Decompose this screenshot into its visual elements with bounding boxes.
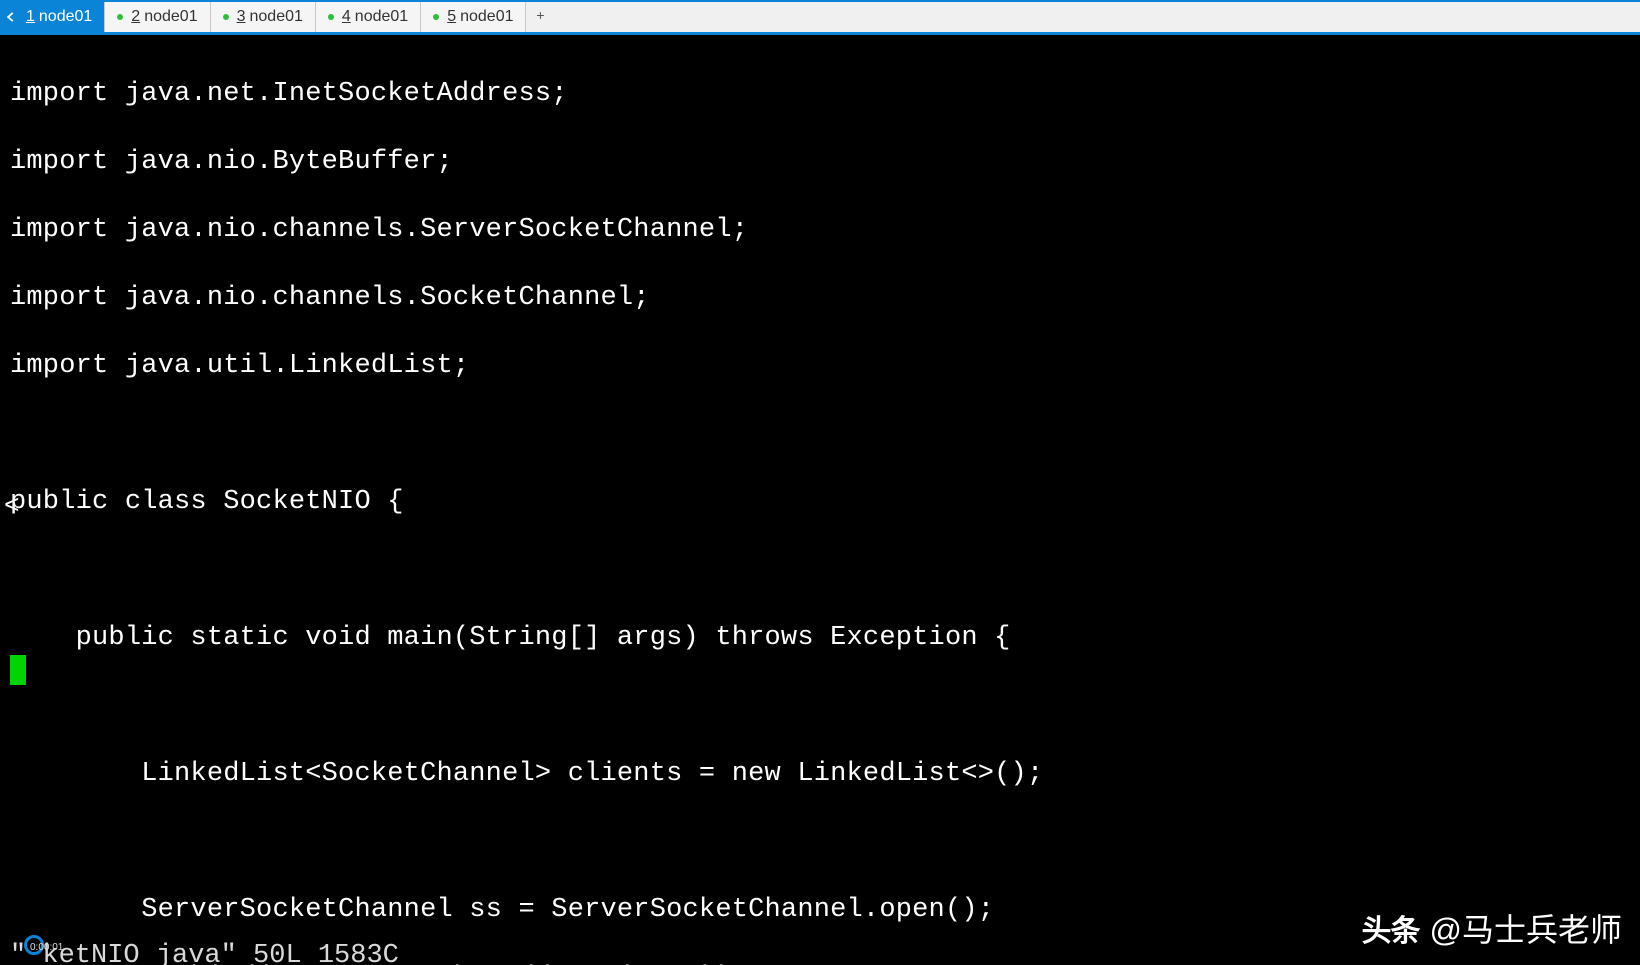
tab-1[interactable]: 1 node01 — [0, 2, 105, 32]
tab-label: node01 — [460, 8, 513, 26]
tab-number: 3 — [237, 8, 246, 26]
code-line: import java.nio.channels.ServerSocketCha… — [10, 213, 1640, 247]
tab-5[interactable]: 5 node01 — [421, 2, 526, 32]
code-line — [10, 417, 1640, 451]
code-line — [10, 689, 1640, 723]
code-editor[interactable]: import java.net.InetSocketAddress; impor… — [0, 35, 1640, 965]
code-line — [10, 553, 1640, 587]
code-line: import java.nio.channels.SocketChannel; — [10, 281, 1640, 315]
editor-area[interactable]: < import java.net.InetSocketAddress; imp… — [0, 32, 1640, 965]
status-dot-icon — [117, 14, 123, 20]
tab-label: node01 — [250, 8, 303, 26]
status-dot-icon — [328, 14, 334, 20]
tab-4[interactable]: 4 node01 — [316, 2, 421, 32]
code-line: LinkedList<SocketChannel> clients = new … — [10, 757, 1640, 791]
code-line: public class SocketNIO { — [10, 485, 1640, 519]
tab-number: 1 — [26, 8, 35, 26]
code-line: public static void main(String[] args) t… — [10, 621, 1640, 655]
add-tab-button[interactable]: + — [526, 2, 554, 32]
back-arrow-icon — [4, 10, 18, 24]
code-line: import java.net.InetSocketAddress; — [10, 77, 1640, 111]
code-line — [10, 825, 1640, 859]
tab-bar: 1 node01 2 node01 3 node01 4 node01 5 no… — [0, 0, 1640, 32]
status-dot-icon — [223, 14, 229, 20]
tab-number: 4 — [342, 8, 351, 26]
timer-label: 0:00:01 — [30, 942, 63, 953]
tab-number: 5 — [447, 8, 456, 26]
tab-2[interactable]: 2 node01 — [105, 2, 210, 32]
code-line: import java.util.LinkedList; — [10, 349, 1640, 383]
tab-label: node01 — [355, 8, 408, 26]
status-line: " ketNIO java" 50L 1583C — [10, 941, 399, 965]
tab-number: 2 — [131, 8, 140, 26]
code-line: ServerSocketChannel ss = ServerSocketCha… — [10, 893, 1640, 927]
tab-3[interactable]: 3 node01 — [211, 2, 316, 32]
tab-label: node01 — [39, 8, 92, 26]
tab-label: node01 — [144, 8, 197, 26]
status-dot-icon — [433, 14, 439, 20]
code-line: import java.nio.ByteBuffer; — [10, 145, 1640, 179]
